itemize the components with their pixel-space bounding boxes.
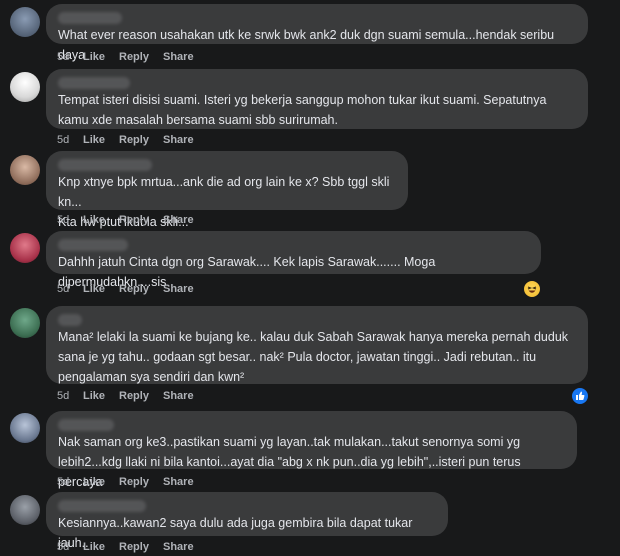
author-name-blurred[interactable] xyxy=(58,77,130,89)
timestamp[interactable]: 5d xyxy=(57,541,83,553)
timestamp[interactable]: 5d xyxy=(57,214,83,226)
timestamp[interactable]: 5d xyxy=(57,283,83,295)
author-name-blurred[interactable] xyxy=(58,500,146,512)
share-button[interactable]: Share xyxy=(163,541,194,553)
avatar[interactable] xyxy=(10,308,40,338)
avatar[interactable] xyxy=(10,495,40,525)
comment-text: Tempat isteri disisi suami. Isteri yg be… xyxy=(58,93,547,127)
like-button[interactable]: Like xyxy=(83,390,119,402)
share-button[interactable]: Share xyxy=(163,134,194,146)
comment-text: Mana² lelaki la suami ke bujang ke.. kal… xyxy=(58,330,569,384)
like-button[interactable]: Like xyxy=(83,541,119,553)
author-name-blurred[interactable] xyxy=(58,239,128,251)
timestamp[interactable]: 5d xyxy=(57,476,83,488)
comment-bubble: Nak saman org ke3..pastikan suami yg lay… xyxy=(46,411,577,489)
like-button[interactable]: Like xyxy=(83,51,119,63)
author-name-blurred[interactable] xyxy=(58,12,122,24)
timestamp[interactable]: 5d xyxy=(57,51,83,63)
like-reaction-icon[interactable] xyxy=(570,386,590,406)
reply-button[interactable]: Reply xyxy=(119,390,163,402)
avatar[interactable] xyxy=(10,7,40,37)
haha-reaction-icon[interactable] xyxy=(522,279,542,299)
avatar[interactable] xyxy=(10,233,40,263)
comment-actions: 5d Like Reply Share xyxy=(57,51,194,63)
like-button[interactable]: Like xyxy=(83,283,119,295)
share-button[interactable]: Share xyxy=(163,390,194,402)
comment-actions: 5d Like Reply Share xyxy=(57,214,194,226)
comment-bubble: Dahhh jatuh Cinta dgn org Sarawak.... Ke… xyxy=(46,231,541,289)
reply-button[interactable]: Reply xyxy=(119,476,163,488)
author-name-blurred[interactable] xyxy=(58,419,114,431)
like-button[interactable]: Like xyxy=(83,134,119,146)
author-name-blurred[interactable] xyxy=(58,314,82,326)
reply-button[interactable]: Reply xyxy=(119,51,163,63)
share-button[interactable]: Share xyxy=(163,283,194,295)
comment-bubble: What ever reason usahakan utk ke srwk bw… xyxy=(46,4,588,62)
avatar[interactable] xyxy=(10,72,40,102)
comment-bubble: Knp xtnye bpk mrtua...ank die ad org lai… xyxy=(46,151,408,229)
timestamp[interactable]: 5d xyxy=(57,134,83,146)
comment-actions: 5d Like Reply Share xyxy=(57,476,194,488)
comment-actions: 5d Like Reply Share xyxy=(57,283,194,295)
share-button[interactable]: Share xyxy=(163,51,194,63)
comment-bubble: Kesiannya..kawan2 saya dulu ada juga gem… xyxy=(46,492,448,550)
share-button[interactable]: Share xyxy=(163,476,194,488)
like-button[interactable]: Like xyxy=(83,214,119,226)
comment-bubble: Tempat isteri disisi suami. Isteri yg be… xyxy=(46,69,588,129)
share-button[interactable]: Share xyxy=(163,214,194,226)
comment-actions: 5d Like Reply Share xyxy=(57,541,194,553)
comment-actions: 5d Like Reply Share xyxy=(57,134,194,146)
like-button[interactable]: Like xyxy=(83,476,119,488)
reply-button[interactable]: Reply xyxy=(119,214,163,226)
avatar[interactable] xyxy=(10,413,40,443)
reply-button[interactable]: Reply xyxy=(119,541,163,553)
author-name-blurred[interactable] xyxy=(58,159,152,171)
reply-button[interactable]: Reply xyxy=(119,134,163,146)
reply-button[interactable]: Reply xyxy=(119,283,163,295)
comment-actions: 5d Like Reply Share xyxy=(57,390,194,402)
avatar[interactable] xyxy=(10,155,40,185)
comment-bubble: Mana² lelaki la suami ke bujang ke.. kal… xyxy=(46,306,588,384)
timestamp[interactable]: 5d xyxy=(57,390,83,402)
